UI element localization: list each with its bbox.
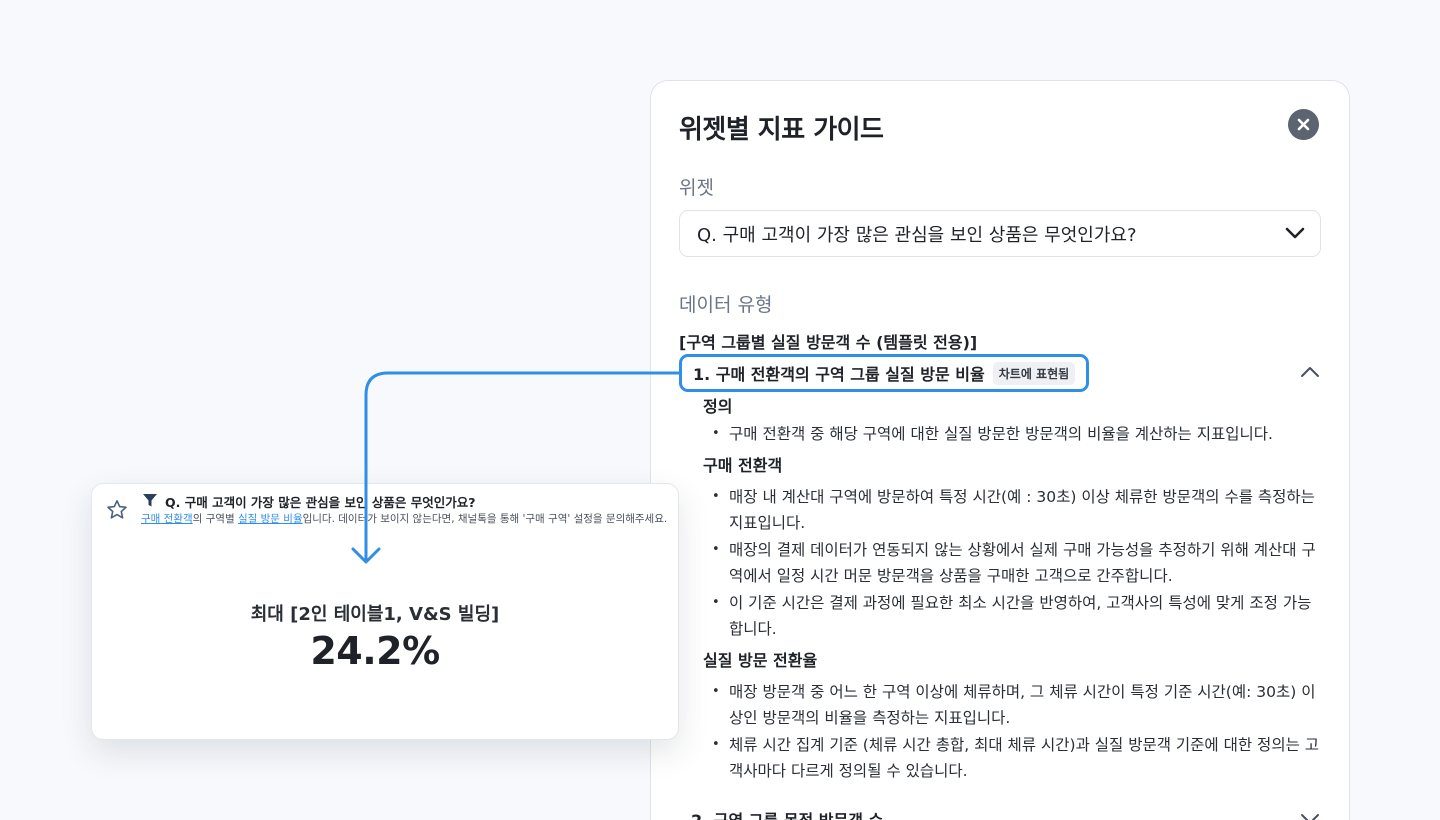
visit-rate-title: 실질 방문 전환율	[703, 650, 818, 670]
visit-rate-link[interactable]: 실질 방문 비율	[238, 513, 303, 525]
definition-title: 정의	[703, 397, 733, 416]
desc-text: 입니다. 데이터가 보이지 않는다면, 채널톡을 통해 '구매 구역' 설정을 …	[302, 513, 668, 525]
visit-rate-list: 매장 방문객 중 어느 한 구역 이상에 체류하며, 그 체류 시간이 특정 기…	[703, 679, 1323, 785]
list-item: 이 기준 시간은 결제 과정에 필요한 최소 시간을 반영하여, 고객사의 특성…	[703, 590, 1323, 643]
chevron-down-icon[interactable]	[1299, 811, 1321, 820]
definition-list: 구매 전환객 중 해당 구역에 대한 실질 방문한 방문객의 비율을 계산하는 …	[703, 421, 1323, 448]
list-item: 구매 전환객 중 해당 구역에 대한 실질 방문한 방문객의 비율을 계산하는 …	[703, 421, 1323, 448]
close-button[interactable]	[1288, 109, 1319, 140]
widget-select-value: Q. 구매 고객이 가장 많은 관심을 보인 상품은 무엇인가요?	[697, 224, 1137, 246]
list-item: 매장의 결제 데이터가 연동되지 않는 상황에서 실제 구매 가능성을 추정하기…	[703, 537, 1323, 590]
data-type-label: 데이터 유형	[679, 294, 773, 316]
screen: 위젯별 지표 가이드 위젯 Q. 구매 고객이 가장 많은 관심을 보인 상품은…	[0, 0, 1440, 820]
conversion-list: 매장 내 계산대 구역에 방문하여 특정 시간(예 : 30초) 이상 체류한 …	[703, 484, 1323, 643]
conversion-title: 구매 전환객	[703, 455, 783, 475]
list-item: 매장 내 계산대 구역에 방문하여 특정 시간(예 : 30초) 이상 체류한 …	[703, 484, 1323, 537]
close-icon	[1297, 118, 1310, 131]
widget-description: 구매 전환객의 구역별 실질 방문 비율입니다. 데이터가 보이지 않는다면, …	[141, 511, 667, 526]
filter-icon[interactable]	[142, 493, 158, 508]
conversion-link[interactable]: 구매 전환객	[141, 513, 193, 525]
star-icon[interactable]	[106, 499, 128, 520]
metric-2-header[interactable]: 2. 구역 그룹 목적 방문객 수	[691, 807, 883, 820]
metric-1-title: 1. 구매 전환객의 구역 그룹 실질 방문 비율	[693, 365, 985, 384]
list-item: 체류 시간 집계 기준 (체류 시간 총합, 최대 체류 시간)과 실질 방문객…	[703, 732, 1323, 785]
chevron-up-icon[interactable]	[1299, 364, 1321, 380]
widget-select[interactable]: Q. 구매 고객이 가장 많은 관심을 보인 상품은 무엇인가요?	[679, 210, 1321, 257]
chart-badge: 차트에 표현됨	[992, 361, 1076, 385]
max-label: 최대 [2인 테이블1, V&S 빌딩]	[250, 604, 500, 625]
widget-section-label: 위젯	[679, 177, 714, 199]
max-value: 24.2%	[310, 629, 440, 673]
panel-title: 위젯별 지표 가이드	[679, 115, 884, 145]
list-item: 매장 방문객 중 어느 한 구역 이상에 체류하며, 그 체류 시간이 특정 기…	[703, 679, 1323, 732]
widget-card: Q. 구매 고객이 가장 많은 관심을 보인 상품은 무엇인가요? 구매 전환객…	[91, 483, 679, 740]
metric-guide-panel: 위젯별 지표 가이드 위젯 Q. 구매 고객이 가장 많은 관심을 보인 상품은…	[650, 80, 1350, 820]
metric-1-header[interactable]: 1. 구매 전환객의 구역 그룹 실질 방문 비율 차트에 표현됨	[679, 354, 1090, 392]
desc-text: 의 구역별	[192, 513, 238, 525]
widget-question: Q. 구매 고객이 가장 많은 관심을 보인 상품은 무엇인가요?	[165, 495, 476, 510]
template-title: [구역 그룹별 실질 방문객 수 (템플릿 전용)]	[679, 333, 978, 352]
chevron-down-icon	[1285, 227, 1305, 239]
metric-1-content: 정의 구매 전환객 중 해당 구역에 대한 실질 방문한 방문객의 비율을 계산…	[703, 393, 1323, 789]
